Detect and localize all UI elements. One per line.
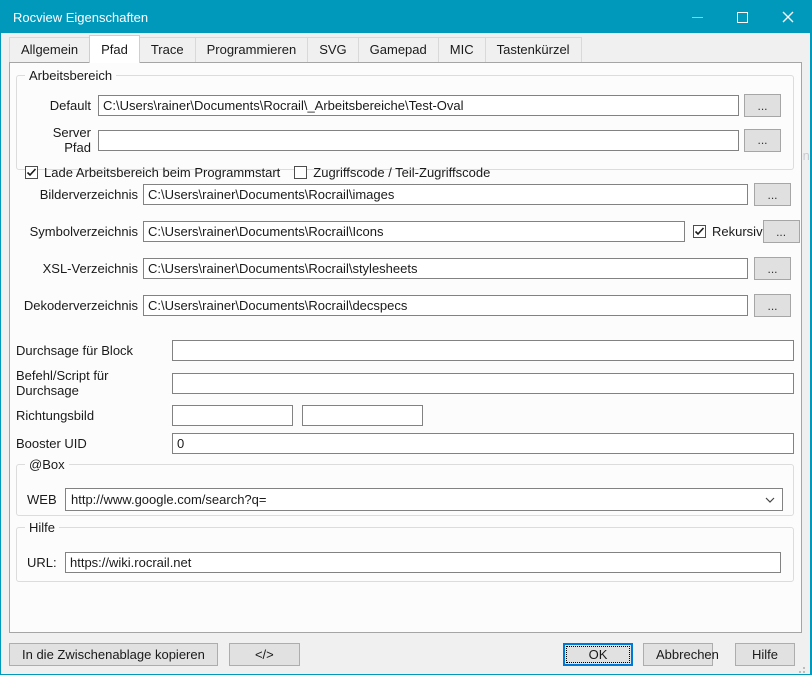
dekoderverzeichnis-input[interactable] xyxy=(143,295,748,316)
minimize-icon xyxy=(692,17,703,18)
richtungsbild-row: Richtungsbild xyxy=(16,405,794,426)
minimize-button[interactable] xyxy=(675,1,720,33)
caption-buttons xyxy=(675,1,810,33)
url-input[interactable] xyxy=(65,552,781,573)
group-hilfe: Hilfe URL: xyxy=(16,527,794,582)
befehl-script-row: Befehl/Script für Durchsage xyxy=(16,368,794,398)
bilderverzeichnis-row: Bilderverzeichnis ... xyxy=(16,183,791,206)
xsl-verzeichnis-browse-button[interactable]: ... xyxy=(754,257,791,280)
xsl-verzeichnis-input[interactable] xyxy=(143,258,748,279)
check-icon xyxy=(694,226,705,237)
tab-gamepad[interactable]: Gamepad xyxy=(358,37,439,62)
web-label: WEB xyxy=(27,492,65,507)
resize-grip[interactable] xyxy=(803,667,805,669)
web-combobox[interactable]: http://www.google.com/search?q= xyxy=(65,488,783,511)
dekoderverzeichnis-row: Dekoderverzeichnis ... xyxy=(16,294,791,317)
dekoderverzeichnis-browse-button[interactable]: ... xyxy=(754,294,791,317)
xml-code-button[interactable]: </> xyxy=(229,643,300,666)
chevron-down-icon xyxy=(765,497,775,503)
window-title: Rocview Eigenschaften xyxy=(1,10,148,25)
durchsage-block-row: Durchsage für Block xyxy=(16,340,794,361)
group-atbox: @Box WEB http://www.google.com/search?q= xyxy=(16,464,794,516)
richtungsbild-input-1[interactable] xyxy=(172,405,293,426)
check-icon xyxy=(26,167,37,178)
cancel-button[interactable]: Abbrechen xyxy=(643,643,713,666)
maximize-button[interactable] xyxy=(720,1,765,33)
booster-uid-label: Booster UID xyxy=(16,436,172,451)
server-pfad-browse-button[interactable]: ... xyxy=(744,129,781,152)
help-button[interactable]: Hilfe xyxy=(735,643,795,666)
tab-allgemein[interactable]: Allgemein xyxy=(9,37,90,62)
ok-button[interactable]: OK xyxy=(563,643,633,666)
richtungsbild-input-2[interactable] xyxy=(302,405,423,426)
load-workspace-checkbox[interactable]: Lade Arbeitsbereich beim Programmstart xyxy=(25,165,280,180)
group-atbox-legend: @Box xyxy=(25,457,69,472)
access-code-checkbox[interactable]: Zugriffscode / Teil-Zugriffscode xyxy=(294,165,490,180)
rekursiv-label: Rekursiv xyxy=(712,224,763,239)
maximize-icon xyxy=(737,12,748,23)
rekursiv-checkbox[interactable]: Rekursiv xyxy=(693,224,763,239)
bilderverzeichnis-browse-button[interactable]: ... xyxy=(754,183,791,206)
web-combobox-value: http://www.google.com/search?q= xyxy=(71,492,266,507)
tab-mic[interactable]: MIC xyxy=(438,37,486,62)
symbolverzeichnis-label: Symbolverzeichnis xyxy=(16,224,138,239)
befehl-script-label: Befehl/Script für Durchsage xyxy=(16,368,172,398)
symbolverzeichnis-input[interactable] xyxy=(143,221,685,242)
copy-to-clipboard-button[interactable]: In die Zwischenablage kopieren xyxy=(9,643,218,666)
dekoderverzeichnis-label: Dekoderverzeichnis xyxy=(16,298,138,313)
server-pfad-label: Server Pfad xyxy=(25,125,91,155)
url-label: URL: xyxy=(27,555,65,570)
default-label: Default xyxy=(25,98,91,113)
symbolverzeichnis-browse-button[interactable]: ... xyxy=(763,220,800,243)
tab-programmieren[interactable]: Programmieren xyxy=(195,37,309,62)
close-icon xyxy=(782,11,794,23)
checkbox-box xyxy=(693,225,706,238)
access-code-label: Zugriffscode / Teil-Zugriffscode xyxy=(313,165,490,180)
tab-svg[interactable]: SVG xyxy=(307,37,358,62)
xsl-verzeichnis-label: XSL-Verzeichnis xyxy=(16,261,138,276)
befehl-script-input[interactable] xyxy=(172,373,794,394)
tab-pfad[interactable]: Pfad xyxy=(89,35,140,63)
load-workspace-label: Lade Arbeitsbereich beim Programmstart xyxy=(44,165,280,180)
tab-tastenkuerzel[interactable]: Tastenkürzel xyxy=(485,37,582,62)
tab-bar: Allgemein Pfad Trace Programmieren SVG G… xyxy=(1,33,810,62)
default-path-input[interactable] xyxy=(98,95,739,116)
xsl-verzeichnis-row: XSL-Verzeichnis ... xyxy=(16,257,791,280)
bilderverzeichnis-input[interactable] xyxy=(143,184,748,205)
tab-trace[interactable]: Trace xyxy=(139,37,196,62)
checkbox-box xyxy=(25,166,38,179)
symbolverzeichnis-row: Symbolverzeichnis Rekursiv ... xyxy=(16,220,791,243)
durchsage-block-label: Durchsage für Block xyxy=(16,343,172,358)
dialog-footer: In die Zwischenablage kopieren </> OK Ab… xyxy=(1,633,810,675)
booster-uid-row: Booster UID xyxy=(16,433,794,454)
group-arbeitsbereich: Arbeitsbereich Default ... Server Pfad .… xyxy=(16,75,794,170)
titlebar: Rocview Eigenschaften xyxy=(1,1,810,33)
booster-uid-input[interactable] xyxy=(172,433,794,454)
richtungsbild-label: Richtungsbild xyxy=(16,408,172,423)
checkbox-box xyxy=(294,166,307,179)
tab-page-pfad: Arbeitsbereich Default ... Server Pfad .… xyxy=(9,62,802,633)
group-arbeitsbereich-legend: Arbeitsbereich xyxy=(25,68,116,83)
bilderverzeichnis-label: Bilderverzeichnis xyxy=(16,187,138,202)
default-browse-button[interactable]: ... xyxy=(744,94,781,117)
durchsage-block-input[interactable] xyxy=(172,340,794,361)
server-pfad-input[interactable] xyxy=(98,130,739,151)
dialog-rocview-eigenschaften: Rocview Eigenschaften Allgemein Pfad Tra… xyxy=(0,0,812,675)
group-hilfe-legend: Hilfe xyxy=(25,520,59,535)
close-button[interactable] xyxy=(765,1,810,33)
